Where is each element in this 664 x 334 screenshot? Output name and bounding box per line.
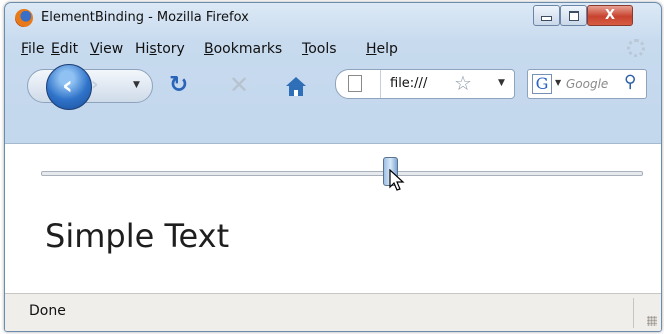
back-button[interactable]: ‹	[46, 64, 92, 110]
star-icon[interactable]: ☆	[454, 71, 472, 95]
page-icon	[348, 75, 362, 92]
maximize-icon	[568, 10, 579, 21]
search-engine-icon[interactable]: G	[532, 74, 552, 94]
menu-file[interactable]: File	[21, 41, 44, 57]
resize-grip-icon[interactable]	[647, 316, 657, 326]
menu-history[interactable]: History	[135, 41, 185, 57]
url-bar[interactable]: file:/// ☆ ▼	[335, 69, 515, 99]
menu-edit[interactable]: Edit	[51, 41, 78, 57]
status-divider	[633, 298, 634, 328]
back-arrow-icon: ‹	[62, 71, 73, 101]
mouse-cursor-icon	[389, 169, 405, 191]
throbber-icon	[627, 39, 645, 57]
menu-tools[interactable]: Tools	[302, 41, 337, 57]
forward-arrow-icon[interactable]: ›	[91, 74, 98, 95]
maximize-button[interactable]	[560, 5, 587, 26]
page-content: Simple Text	[5, 143, 661, 294]
url-divider	[380, 70, 381, 98]
home-icon[interactable]	[285, 77, 307, 97]
status-text: Done	[29, 303, 66, 319]
browser-window: ElementBinding - Mozilla Firefox X File …	[4, 2, 662, 332]
url-input[interactable]: file:///	[390, 76, 434, 91]
menu-bookmarks[interactable]: Bookmarks	[204, 41, 282, 57]
status-bar: Done	[5, 293, 661, 331]
menu-bar: File Edit View History Bookmarks Tools H…	[5, 37, 661, 61]
slider-track[interactable]	[41, 171, 643, 176]
magnifier-icon[interactable]: ⚲	[624, 72, 636, 92]
url-dropdown-icon[interactable]: ▼	[498, 78, 505, 88]
close-icon: X	[604, 8, 616, 23]
history-dropdown-icon[interactable]: ▼	[133, 80, 140, 90]
search-input[interactable]: Google	[566, 77, 612, 91]
minimize-button[interactable]	[533, 5, 560, 26]
search-bar[interactable]: G ▼ Google ⚲	[527, 69, 647, 99]
window-title: ElementBinding - Mozilla Firefox	[41, 10, 249, 25]
search-engine-dropdown-icon[interactable]: ▼	[555, 78, 561, 87]
stop-icon[interactable]: ✕	[229, 71, 249, 99]
firefox-logo-icon	[15, 9, 33, 27]
menu-help[interactable]: Help	[366, 41, 398, 57]
reload-icon[interactable]: ↻	[169, 72, 188, 98]
close-button[interactable]: X	[587, 5, 633, 26]
title-bar: ElementBinding - Mozilla Firefox X	[5, 3, 661, 33]
simple-text: Simple Text	[45, 217, 230, 255]
menu-view[interactable]: View	[90, 41, 123, 57]
minimize-icon	[541, 16, 552, 21]
